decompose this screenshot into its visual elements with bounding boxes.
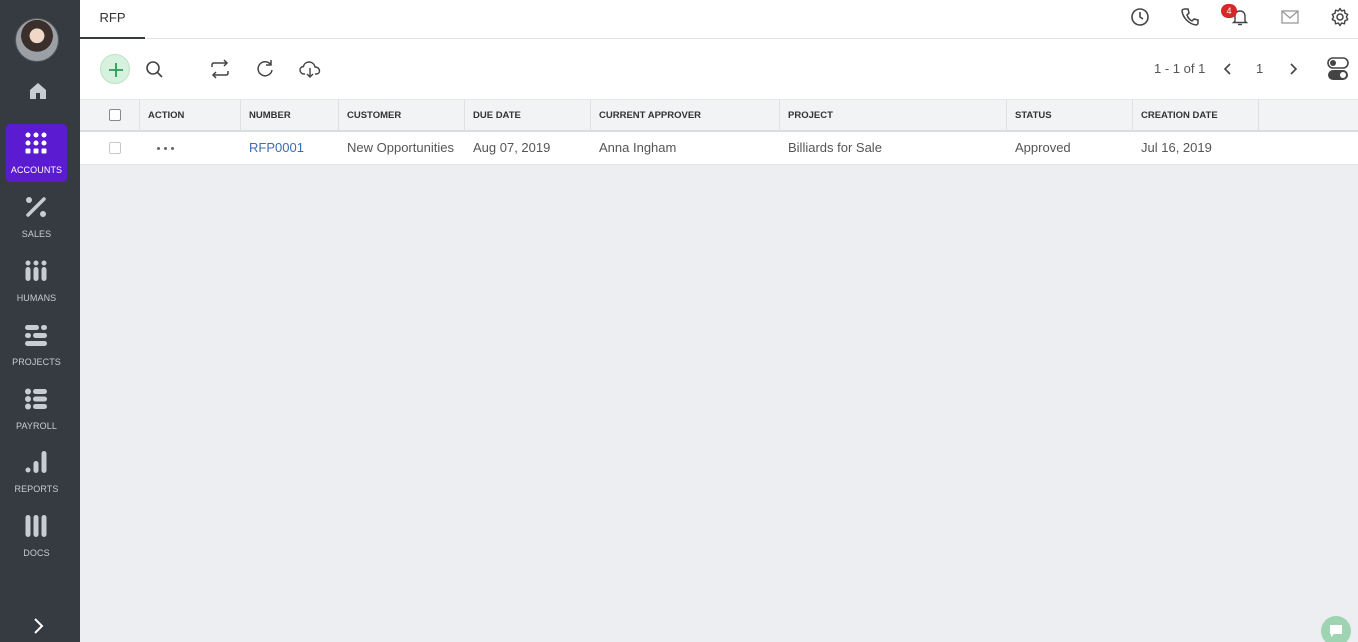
avatar[interactable] — [15, 18, 59, 62]
rfp-number-link[interactable]: RFP0001 — [241, 132, 339, 164]
sidebar-item-label: SALES — [21, 229, 52, 239]
sidebar-item-label: PAYROLL — [16, 421, 57, 431]
cell-status: Approved — [1015, 140, 1071, 155]
sidebar-item-humans[interactable]: HUMANS — [6, 252, 67, 310]
chevron-right-icon[interactable] — [1279, 55, 1307, 83]
bar-chart-icon — [25, 451, 47, 473]
mail-icon[interactable] — [1279, 6, 1301, 28]
sidebar-item-accounts[interactable]: ACCOUNTS — [6, 124, 67, 182]
column-header-status[interactable]: STATUS — [1007, 100, 1133, 131]
sidebar-item-docs[interactable]: DOCS — [6, 507, 67, 565]
cell-project: Billiards for Sale — [788, 140, 882, 155]
pagination-summary: 1 - 1 of 1 — [1154, 61, 1206, 76]
add-button[interactable] — [100, 54, 130, 84]
sidebar-item-label: HUMANS — [16, 293, 57, 303]
search-icon[interactable] — [140, 55, 168, 83]
tab-rfp[interactable]: RFP — [80, 0, 145, 39]
page-number: 1 — [1256, 61, 1264, 76]
percent-icon — [26, 197, 46, 217]
chevron-right-icon[interactable] — [28, 616, 48, 636]
sidebar-item-reports[interactable]: REPORTS — [6, 443, 67, 501]
notification-badge: 4 — [1221, 4, 1237, 18]
column-header-current-approver[interactable]: CURRENT APPROVER — [591, 100, 780, 131]
cell-creation-date: Jul 16, 2019 — [1141, 140, 1212, 155]
swap-icon[interactable] — [206, 55, 234, 83]
top-bar: RFP 4 — [80, 0, 1358, 39]
row-actions-menu[interactable] — [157, 147, 178, 150]
chevron-left-icon[interactable] — [1214, 55, 1242, 83]
projects-icon — [25, 325, 47, 346]
column-header-due-date[interactable]: DUE DATE — [465, 100, 591, 131]
column-header-action[interactable]: ACTION — [140, 100, 241, 131]
phone-icon[interactable] — [1179, 6, 1201, 28]
cell-approver: Anna Ingham — [599, 140, 677, 155]
clock-icon[interactable] — [1129, 6, 1151, 28]
plus-icon — [109, 63, 123, 77]
sidebar-item-projects[interactable]: PROJECTS — [6, 316, 67, 374]
sidebar-item-sales[interactable]: SALES — [6, 188, 67, 246]
people-icon — [25, 260, 47, 281]
gear-icon[interactable] — [1329, 6, 1351, 28]
chat-icon — [1330, 625, 1342, 637]
cell-customer: New Opportunities — [347, 140, 454, 155]
sidebar: ACCOUNTS SALES HUMANS PROJECTS PAYROLL R… — [0, 0, 80, 642]
column-header-project[interactable]: PROJECT — [780, 100, 1007, 131]
table-header: ACTION NUMBER CUSTOMER DUE DATE CURRENT … — [80, 99, 1358, 132]
home-icon[interactable] — [27, 80, 49, 102]
column-header-select — [80, 100, 140, 131]
grid-dots-icon — [25, 132, 47, 154]
column-header-customer[interactable]: CUSTOMER — [339, 100, 465, 131]
toggle-view-icon[interactable] — [1324, 55, 1352, 83]
column-header-creation-date[interactable]: CREATION DATE — [1133, 100, 1259, 131]
sidebar-item-label: REPORTS — [14, 484, 59, 494]
sidebar-item-label: DOCS — [23, 548, 50, 558]
table-row[interactable]: RFP0001 New Opportunities Aug 07, 2019 A… — [80, 132, 1358, 165]
sidebar-item-payroll[interactable]: PAYROLL — [6, 380, 67, 438]
sidebar-item-label: ACCOUNTS — [10, 165, 63, 175]
column-header-number[interactable]: NUMBER — [241, 100, 339, 131]
refresh-icon[interactable] — [251, 55, 279, 83]
cloud-download-icon[interactable] — [296, 55, 324, 83]
row-checkbox[interactable] — [109, 142, 121, 154]
chat-button[interactable] — [1321, 616, 1351, 642]
sidebar-item-label: PROJECTS — [12, 357, 61, 367]
docs-icon — [25, 515, 47, 537]
toolbar: 1 - 1 of 1 1 — [80, 39, 1358, 99]
payroll-icon — [25, 388, 47, 410]
cell-due-date: Aug 07, 2019 — [473, 140, 551, 155]
